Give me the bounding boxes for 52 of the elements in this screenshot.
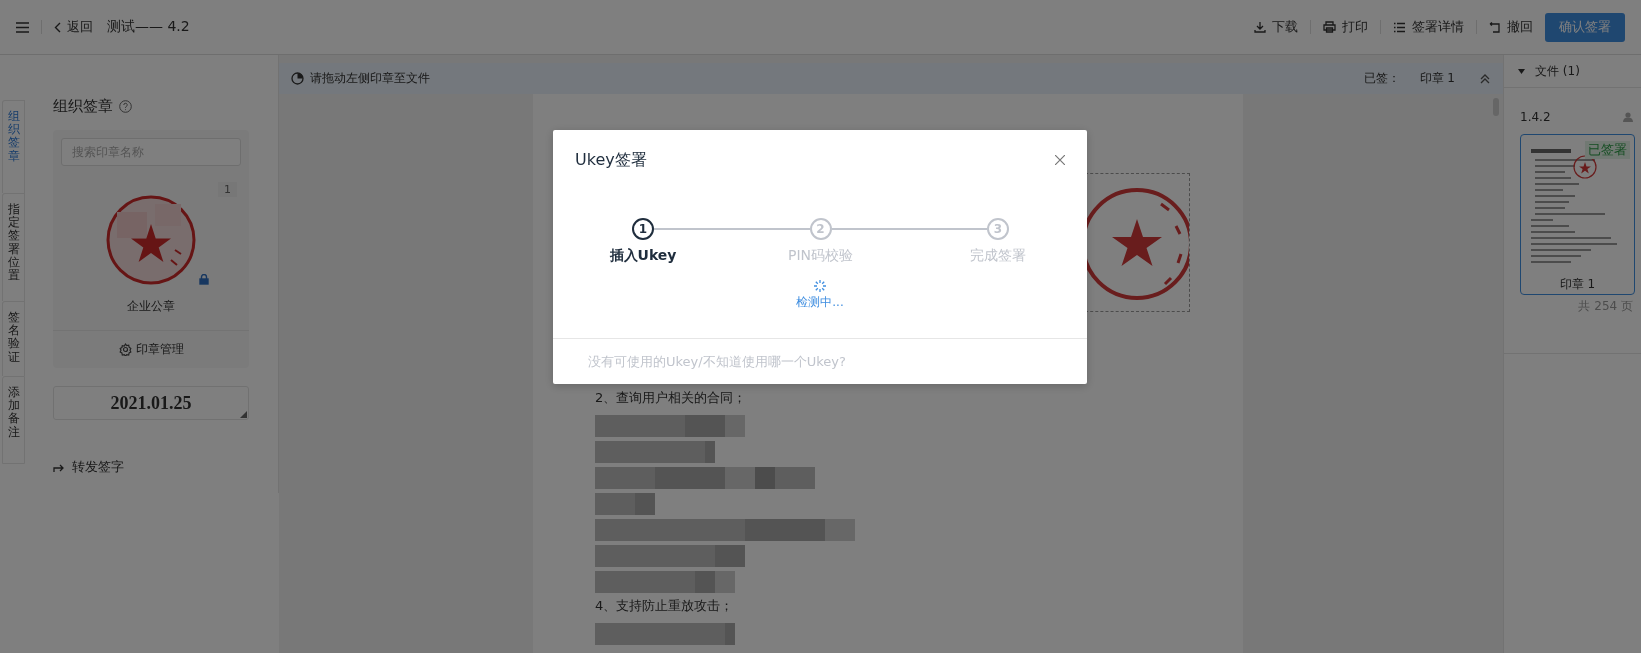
chevron-left-icon[interactable] [54, 21, 61, 33]
manage-seals-link[interactable]: 印章管理 [135, 341, 184, 358]
date-stamp[interactable]: 2021.01.25 [53, 386, 249, 420]
caret-down-icon[interactable] [1518, 68, 1525, 74]
dialog-title: Ukey签署 [575, 149, 647, 171]
help-icon[interactable] [119, 100, 132, 113]
document-text: 4、支持防止重放攻击； [595, 598, 734, 613]
close-icon[interactable] [1055, 155, 1065, 165]
toolbar-action[interactable]: 签署详情 [1412, 18, 1464, 36]
seal-name: 企业公章 [127, 298, 175, 315]
thumbnail-caption: 印章 1 [1558, 276, 1597, 293]
seal-stamp-icon[interactable] [105, 194, 197, 286]
side-tab[interactable]: 签名验证 [2, 301, 25, 376]
toolbar-action[interactable]: 打印 [1342, 18, 1368, 36]
file-name: 1.4.2 [1520, 110, 1551, 124]
confirm-sign-button[interactable]: 确认签署 [1545, 12, 1625, 42]
signed-label: 已签： [1363, 70, 1400, 87]
document-title: 测试—— 4.2 [107, 18, 190, 36]
side-tab[interactable]: 指定签署位置 [2, 193, 25, 301]
panel-title: 组织签章 [53, 97, 113, 116]
loading-spinner-icon [814, 280, 826, 292]
side-tab[interactable]: 添加备注 [2, 376, 25, 464]
step-label: 插入Ukey [609, 247, 677, 265]
toolbar-action[interactable]: 下载 [1272, 18, 1298, 36]
forward-signing-link[interactable]: 转发签字 [72, 458, 124, 476]
step-number: 1 [632, 218, 654, 240]
gear-icon [118, 343, 132, 356]
step-label: 完成签署 [970, 247, 1026, 265]
side-tab[interactable]: 组织签章 [2, 100, 25, 193]
download-icon [1254, 21, 1266, 33]
signed-badge: 已签署 [1585, 141, 1630, 159]
clock-icon [291, 72, 304, 85]
signed-count: 印章 1 [1419, 70, 1455, 87]
blurred-text [595, 493, 655, 515]
page-thumbnail[interactable]: 已签署 印章 1 [1520, 134, 1635, 295]
user-icon [1623, 112, 1633, 122]
status-text: 检测中... [796, 294, 844, 311]
printer-icon [1323, 21, 1336, 33]
collapse-icon[interactable] [1479, 72, 1491, 85]
files-header[interactable]: 文件 (1) [1535, 62, 1580, 80]
menu-icon[interactable] [16, 21, 29, 33]
back-link[interactable]: 返回 [67, 18, 93, 36]
list-icon [1393, 21, 1406, 33]
step-number: 3 [987, 218, 1009, 240]
hint-text: 请拖动左侧印章至文件 [310, 70, 430, 87]
step-number: 2 [809, 218, 832, 240]
toolbar-action[interactable]: 撤回 [1507, 18, 1533, 36]
count-badge: 1 [218, 182, 237, 197]
step-label: PIN码校验 [787, 247, 853, 265]
document-text: 2、查询用户相关的合同； [595, 390, 747, 405]
undo-icon [1489, 21, 1501, 33]
resize-handle-icon[interactable] [240, 411, 247, 418]
